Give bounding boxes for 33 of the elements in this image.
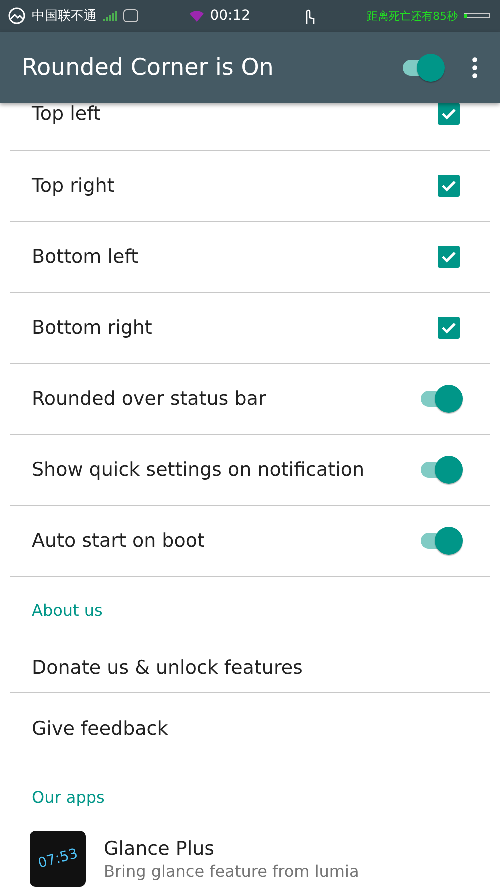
gallery-icon (8, 7, 26, 26)
app-name[interactable]: Glance Plus (104, 838, 360, 860)
checkmark-icon (441, 320, 457, 336)
signal-icon (103, 10, 117, 22)
checkmark-icon (441, 106, 457, 122)
setting-label: Bottom right (32, 317, 154, 339)
checkmark-icon (441, 249, 457, 265)
setting-label: Top right (32, 175, 116, 197)
setting-label: Top left (32, 103, 102, 125)
setting-label: Auto start on boot (32, 530, 206, 552)
checkmark-icon (441, 178, 457, 194)
more-options-icon[interactable] (472, 56, 478, 79)
menu-item[interactable]: Donate us & unlock features (32, 656, 468, 678)
carrier-name: 中国联不通 (32, 8, 97, 26)
app-icon[interactable]: 07:53 (30, 831, 86, 887)
wifi-icon (190, 10, 204, 22)
checkbox[interactable] (438, 103, 460, 125)
setting-label: Rounded over status bar (32, 388, 268, 410)
countdown-text: 距离死亡还有85秒 (367, 8, 458, 24)
checkbox[interactable] (438, 317, 460, 339)
sim-icon (123, 9, 139, 24)
section-header: About us (32, 600, 103, 620)
app-description: Bring glance feature from lumia (104, 862, 360, 880)
clock: 00:12 (210, 8, 251, 24)
setting-label: Bottom left (32, 246, 140, 268)
checkbox[interactable] (438, 175, 460, 197)
menu-item[interactable]: Give feedback (32, 718, 468, 740)
setting-label: Show quick settings on notification (32, 459, 366, 481)
app-title: Rounded Corner is On (22, 54, 275, 81)
section-header: Our apps (32, 788, 105, 806)
app-icon-clock: 07:53 (36, 846, 80, 872)
battery-icon (464, 13, 492, 20)
checkbox[interactable] (438, 246, 460, 268)
